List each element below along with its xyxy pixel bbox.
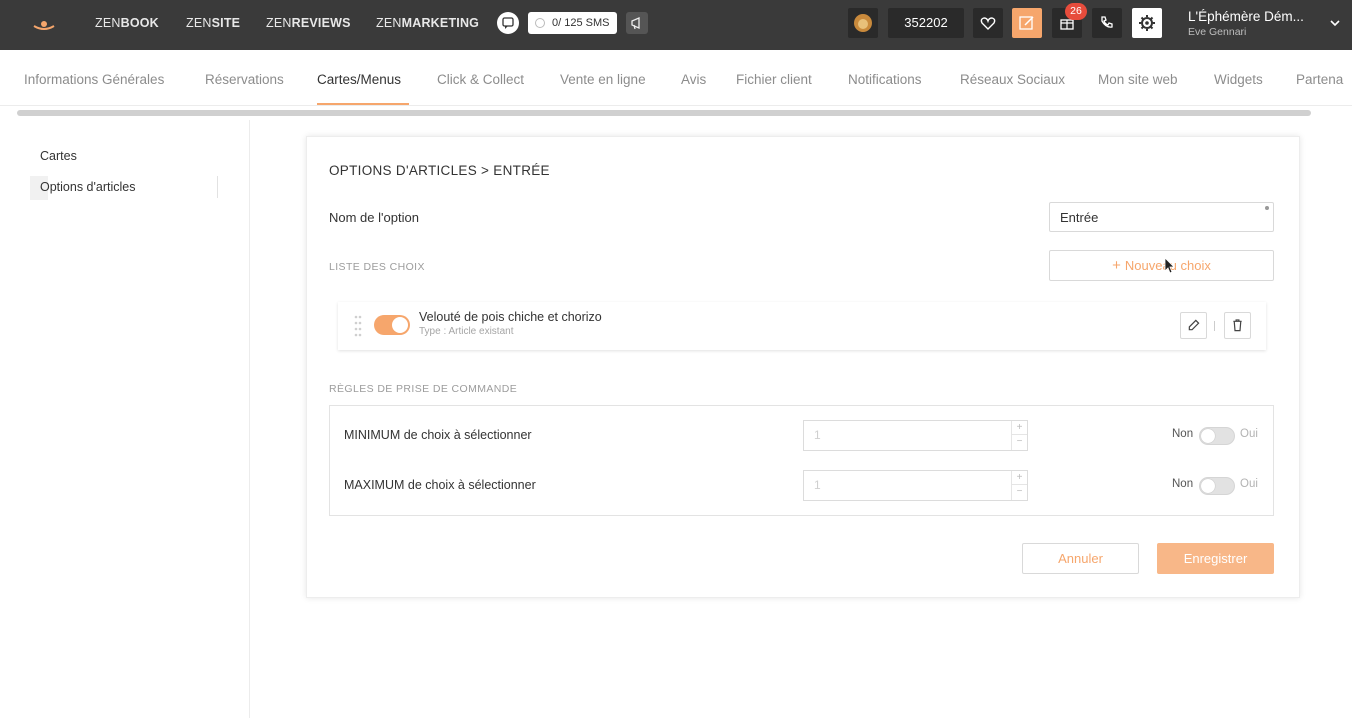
required-marker bbox=[1265, 206, 1269, 210]
minimum-toggle-no: Non bbox=[1172, 428, 1194, 440]
minimum-toggle[interactable] bbox=[1199, 427, 1235, 445]
nav-prefix: ZEN bbox=[266, 16, 292, 30]
lion-icon[interactable] bbox=[848, 8, 878, 38]
sms-counter-text: 0/ 125 SMS bbox=[552, 17, 610, 29]
new-choice-button[interactable]: + Nouveau choix bbox=[1049, 250, 1274, 281]
tab-fichier-client[interactable]: Fichier client bbox=[736, 72, 812, 87]
nav-label: BOOK bbox=[120, 16, 159, 30]
plus-icon: + bbox=[1112, 257, 1121, 274]
drag-handle-icon[interactable] bbox=[354, 314, 362, 338]
choices-section-title: LISTE DES CHOIX bbox=[329, 261, 425, 273]
tab-vente-en-ligne[interactable]: Vente en ligne bbox=[560, 72, 646, 87]
tab-avis[interactable]: Avis bbox=[681, 72, 706, 87]
tab-partenaires[interactable]: Partena bbox=[1296, 72, 1343, 87]
megaphone-icon[interactable] bbox=[626, 12, 648, 34]
pencil-icon[interactable] bbox=[1180, 312, 1207, 339]
toggle-knob bbox=[1201, 429, 1215, 443]
trash-icon[interactable] bbox=[1224, 312, 1251, 339]
option-name-input[interactable]: Entrée bbox=[1049, 202, 1274, 232]
chat-icon[interactable] bbox=[497, 12, 519, 34]
maximum-stepper: + − bbox=[1011, 471, 1027, 500]
heart-icon[interactable] bbox=[973, 8, 1003, 38]
maximum-number-input[interactable]: 1 + − bbox=[803, 470, 1028, 501]
minimum-stepper: + − bbox=[1011, 421, 1027, 450]
sidebar-divider bbox=[217, 176, 218, 198]
toggle-knob bbox=[1201, 479, 1215, 493]
choice-type: Type : Article existant bbox=[419, 326, 514, 337]
minimum-toggle-yes: Oui bbox=[1240, 428, 1258, 440]
top-bar: ZENBOOK ZENSITE ZENREVIEWS ZENMARKETING … bbox=[0, 0, 1352, 50]
maximum-toggle-no: Non bbox=[1172, 478, 1194, 490]
toggle-knob bbox=[392, 317, 408, 333]
sms-progress-icon bbox=[535, 18, 545, 28]
logo-icon[interactable] bbox=[30, 12, 58, 36]
gear-icon[interactable] bbox=[1132, 8, 1162, 38]
account-switcher[interactable]: L'Éphémère Dém... Eve Gennari bbox=[1188, 9, 1304, 38]
nav-label: MARKETING bbox=[401, 16, 480, 30]
account-code[interactable]: 352202 bbox=[888, 8, 964, 38]
chevron-down-icon[interactable] bbox=[1328, 16, 1342, 30]
tab-click-collect[interactable]: Click & Collect bbox=[437, 72, 524, 87]
sidebar bbox=[0, 120, 250, 718]
mouse-cursor-icon bbox=[1164, 257, 1175, 274]
sidebar-item-options-articles[interactable]: Options d'articles bbox=[40, 180, 135, 194]
cancel-button[interactable]: Annuler bbox=[1022, 543, 1139, 574]
minimum-number-input[interactable]: 1 + − bbox=[803, 420, 1028, 451]
rules-panel: MINIMUM de choix à sélectionner 1 + − No… bbox=[329, 405, 1274, 516]
sidebar-item-cartes[interactable]: Cartes bbox=[40, 149, 77, 163]
active-tab-indicator bbox=[317, 103, 409, 105]
sms-counter[interactable]: 0/ 125 SMS bbox=[528, 12, 617, 34]
tab-notifications[interactable]: Notifications bbox=[848, 72, 922, 87]
save-button[interactable]: Enregistrer bbox=[1157, 543, 1274, 574]
nav-zenbook[interactable]: ZENBOOK bbox=[95, 16, 159, 30]
breadcrumb: OPTIONS D'ARTICLES > ENTRÉE bbox=[329, 163, 550, 178]
tab-cartes-menus[interactable]: Cartes/Menus bbox=[317, 72, 401, 87]
maximum-toggle[interactable] bbox=[1199, 477, 1235, 495]
nav-zensite[interactable]: ZENSITE bbox=[186, 16, 240, 30]
phone-icon[interactable] bbox=[1092, 8, 1122, 38]
nav-label: SITE bbox=[211, 16, 241, 30]
nav-zenreviews[interactable]: ZENREVIEWS bbox=[266, 16, 351, 30]
increment-button[interactable]: + bbox=[1012, 421, 1027, 435]
maximum-rule-label: MAXIMUM de choix à sélectionner bbox=[344, 478, 536, 492]
minimum-value: 1 bbox=[814, 428, 821, 442]
increment-button[interactable]: + bbox=[1012, 471, 1027, 485]
horizontal-scrollbar[interactable] bbox=[17, 110, 1311, 116]
choice-title: Velouté de pois chiche et chorizo bbox=[419, 310, 602, 324]
account-user: Eve Gennari bbox=[1188, 26, 1247, 38]
tab-reseaux-sociaux[interactable]: Réseaux Sociaux bbox=[960, 72, 1065, 87]
decrement-button[interactable]: − bbox=[1012, 435, 1027, 449]
option-name-label: Nom de l'option bbox=[329, 210, 419, 225]
minimum-rule-label: MINIMUM de choix à sélectionner bbox=[344, 428, 532, 442]
actions-separator bbox=[1214, 321, 1215, 331]
tab-bar: Informations Générales Réservations Cart… bbox=[0, 50, 1352, 106]
rules-section-title: RÈGLES DE PRISE DE COMMANDE bbox=[329, 383, 518, 395]
tab-widgets[interactable]: Widgets bbox=[1214, 72, 1263, 87]
tab-mon-site-web[interactable]: Mon site web bbox=[1098, 72, 1178, 87]
nav-prefix: ZEN bbox=[95, 16, 121, 30]
notification-badge: 26 bbox=[1065, 3, 1087, 20]
tab-informations-generales[interactable]: Informations Générales bbox=[24, 72, 164, 87]
edit-icon[interactable] bbox=[1012, 8, 1042, 38]
account-name: L'Éphémère Dém... bbox=[1188, 9, 1304, 24]
nav-zenmarketing[interactable]: ZENMARKETING bbox=[376, 16, 479, 30]
nav-prefix: ZEN bbox=[376, 16, 402, 30]
choice-item[interactable]: Velouté de pois chiche et chorizo Type :… bbox=[338, 302, 1266, 350]
nav-label: REVIEWS bbox=[291, 16, 351, 30]
choice-enabled-toggle[interactable] bbox=[374, 315, 410, 335]
maximum-value: 1 bbox=[814, 478, 821, 492]
maximum-toggle-yes: Oui bbox=[1240, 478, 1258, 490]
tab-reservations[interactable]: Réservations bbox=[205, 72, 284, 87]
decrement-button[interactable]: − bbox=[1012, 485, 1027, 499]
nav-prefix: ZEN bbox=[186, 16, 212, 30]
